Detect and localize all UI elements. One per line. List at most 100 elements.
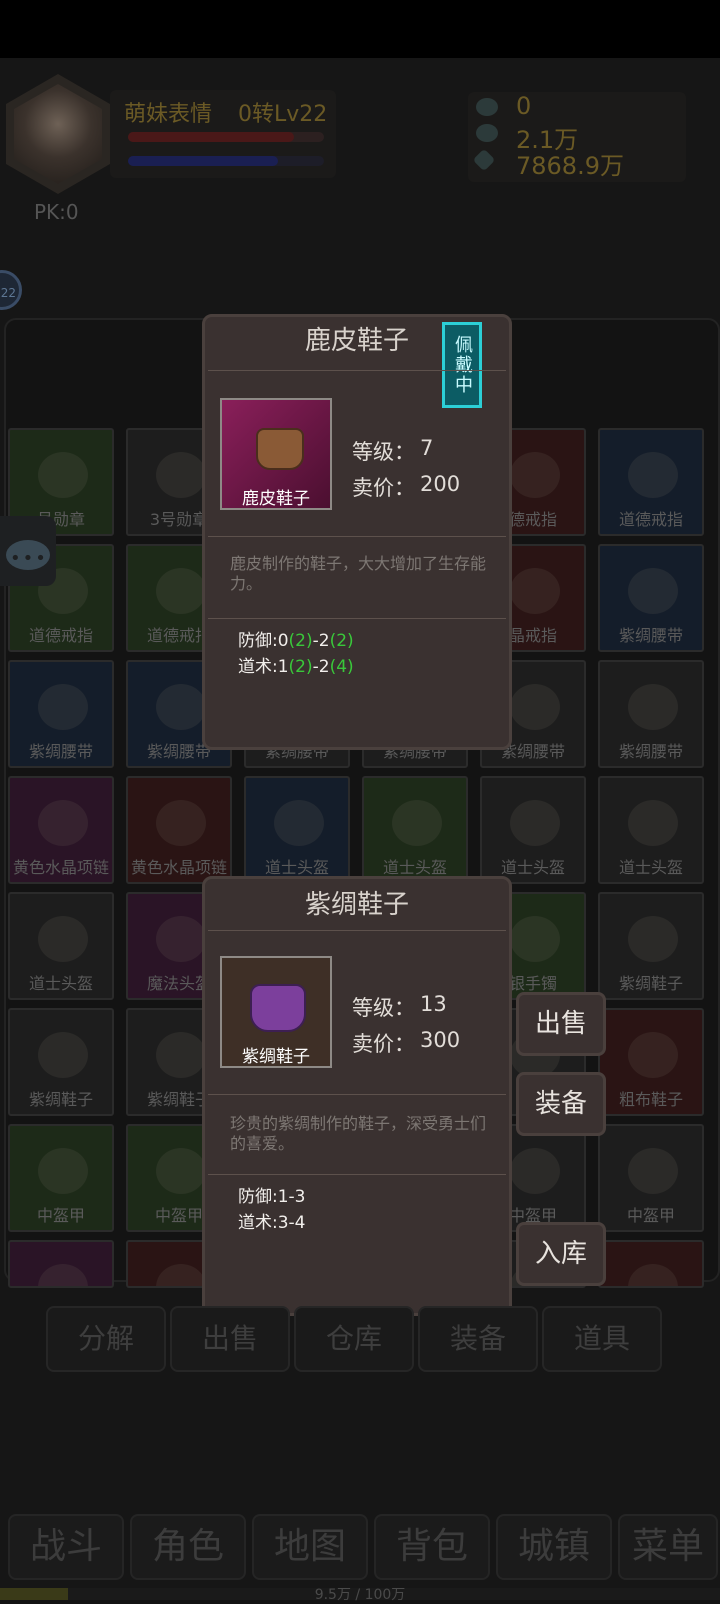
inventory-slot-label: 道德戒指 — [28, 626, 93, 645]
item-icon — [38, 916, 88, 962]
inventory-slot[interactable]: 中盔甲 — [8, 1124, 114, 1232]
inventory-slot-label: 道德戒指 — [618, 510, 683, 529]
inventory-slot[interactable]: 紫绸腰带 — [598, 660, 704, 768]
item-icon — [38, 1148, 88, 1194]
item-icon — [510, 800, 560, 846]
inventory-slot-label: 黄色水晶项链 — [130, 858, 227, 877]
inventory-slot-label: 紫绸鞋子 — [28, 1090, 93, 1109]
item-icon — [156, 452, 206, 498]
nav-tab[interactable]: 菜单 — [618, 1514, 718, 1580]
inventory-slot[interactable]: 黄色水晶项链 — [8, 776, 114, 884]
inventory-slot[interactable]: 紫绸鞋子 — [8, 1008, 114, 1116]
item-description: 鹿皮制作的鞋子，大大增加了生存能力。 — [230, 554, 487, 593]
bag-tab[interactable]: 道具 — [542, 1306, 662, 1372]
item-icon — [38, 1032, 88, 1078]
inventory-slot-label: 紫绸腰带 — [618, 742, 683, 761]
item-icon — [510, 916, 560, 962]
inventory-slot-label: 道士头盔 — [28, 974, 93, 993]
sell-button[interactable]: 出售 — [516, 992, 606, 1056]
inventory-slot-label: 道士头盔 — [382, 858, 447, 877]
item-icon — [38, 452, 88, 498]
item-thumb-label: 鹿皮鞋子 — [242, 489, 310, 509]
item-icon — [156, 1148, 206, 1194]
pk-value: PK:0 — [34, 200, 79, 224]
nav-tab[interactable]: 角色 — [130, 1514, 246, 1580]
inventory-slot[interactable]: 道士头盔 — [362, 776, 468, 884]
divider — [208, 930, 506, 931]
divider — [208, 1094, 506, 1095]
inventory-slot-label: 道士头盔 — [618, 858, 683, 877]
item-icon — [628, 452, 678, 498]
inventory-slot[interactable]: 道士头盔 — [8, 892, 114, 1000]
bag-tab[interactable]: 装备 — [418, 1306, 538, 1372]
inventory-slot[interactable] — [598, 1240, 704, 1288]
inventory-slot[interactable]: 紫绸鞋子 — [598, 892, 704, 1000]
store-button[interactable]: 入库 — [516, 1222, 606, 1286]
item-detail-popup — [202, 876, 512, 1316]
nav-tab[interactable]: 背包 — [374, 1514, 490, 1580]
inventory-slot[interactable]: 道士头盔 — [598, 776, 704, 884]
inventory-slot-label: 紫绸鞋子 — [618, 974, 683, 993]
exp-text: 9.5万 / 100万 — [314, 1587, 406, 1603]
chat-dots-icon: ••• — [10, 548, 48, 569]
boot-icon — [250, 984, 306, 1032]
inventory-slot[interactable]: 紫绸腰带 — [598, 544, 704, 652]
player-level: 0转Lv22 — [238, 102, 328, 127]
item-icon — [628, 916, 678, 962]
nav-tab[interactable]: 战斗 — [8, 1514, 124, 1580]
item-icon — [156, 568, 206, 614]
inventory-slot[interactable] — [8, 1240, 114, 1288]
inventory-slot[interactable]: 道士头盔 — [244, 776, 350, 884]
equip-button[interactable]: 装备 — [516, 1072, 606, 1136]
inventory-slot[interactable]: 粗布鞋子 — [598, 1008, 704, 1116]
inventory-slot-label: 中盔甲 — [626, 1206, 675, 1225]
level-label: 等级： — [352, 996, 415, 1020]
inventory-slot-label: 粗布鞋子 — [618, 1090, 683, 1109]
item-icon — [510, 1148, 560, 1194]
item-icon — [628, 684, 678, 730]
inventory-slot-label: 中盔甲 — [36, 1206, 85, 1225]
divider — [208, 618, 506, 619]
currency-value: 7868.9万 — [516, 152, 624, 180]
inventory-slot-label: 道士头盔 — [264, 858, 329, 877]
item-icon — [274, 800, 324, 846]
nav-tab[interactable]: 地图 — [252, 1514, 368, 1580]
item-icon — [156, 800, 206, 846]
player-name: 萌妹表情 — [124, 102, 213, 127]
inventory-slot-label: 黄色水晶项链 — [12, 858, 109, 877]
divider — [208, 1174, 506, 1175]
ingot-icon — [476, 98, 498, 116]
nav-tab[interactable]: 城镇 — [496, 1514, 612, 1580]
taoism-attr: 道术:3-4 — [238, 1213, 306, 1233]
item-icon — [156, 1264, 206, 1286]
item-icon — [156, 916, 206, 962]
item-icon — [38, 684, 88, 730]
bag-tab[interactable]: 分解 — [46, 1306, 166, 1372]
currency-value: 0 — [516, 92, 532, 120]
item-icon — [156, 1032, 206, 1078]
inventory-slot[interactable]: 紫绸腰带 — [8, 660, 114, 768]
inventory-slot[interactable]: 道士头盔 — [480, 776, 586, 884]
level-label: 等级： — [352, 440, 415, 464]
item-title: 紫绸鞋子 — [304, 890, 409, 920]
inventory-slot-label: 道士头盔 — [500, 858, 565, 877]
item-icon — [510, 568, 560, 614]
inventory-slot[interactable]: 黄色水晶项链 — [126, 776, 232, 884]
defense-attr: 防御:1-3 — [238, 1187, 306, 1207]
inventory-slot[interactable]: 道德戒指 — [598, 428, 704, 536]
price-value: 200 — [420, 472, 461, 496]
item-icon — [38, 800, 88, 846]
item-thumb-label: 紫绸鞋子 — [242, 1047, 310, 1067]
bag-tab[interactable]: 仓库 — [294, 1306, 414, 1372]
inventory-slot-label: 紫绸腰带 — [28, 742, 93, 761]
bag-tab[interactable]: 出售 — [170, 1306, 290, 1372]
level-value: 7 — [420, 436, 434, 460]
item-icon — [628, 568, 678, 614]
item-description: 珍贵的紫绸制作的鞋子，深受勇士们的喜爱。 — [230, 1114, 487, 1153]
item-icon — [510, 452, 560, 498]
mp-bar-fill — [128, 156, 278, 166]
inventory-slot[interactable]: 中盔甲 — [598, 1124, 704, 1232]
taoism-attr: 道术:1(2)-2(4) — [238, 657, 354, 677]
price-label: 卖价： — [352, 476, 415, 500]
item-icon — [628, 800, 678, 846]
